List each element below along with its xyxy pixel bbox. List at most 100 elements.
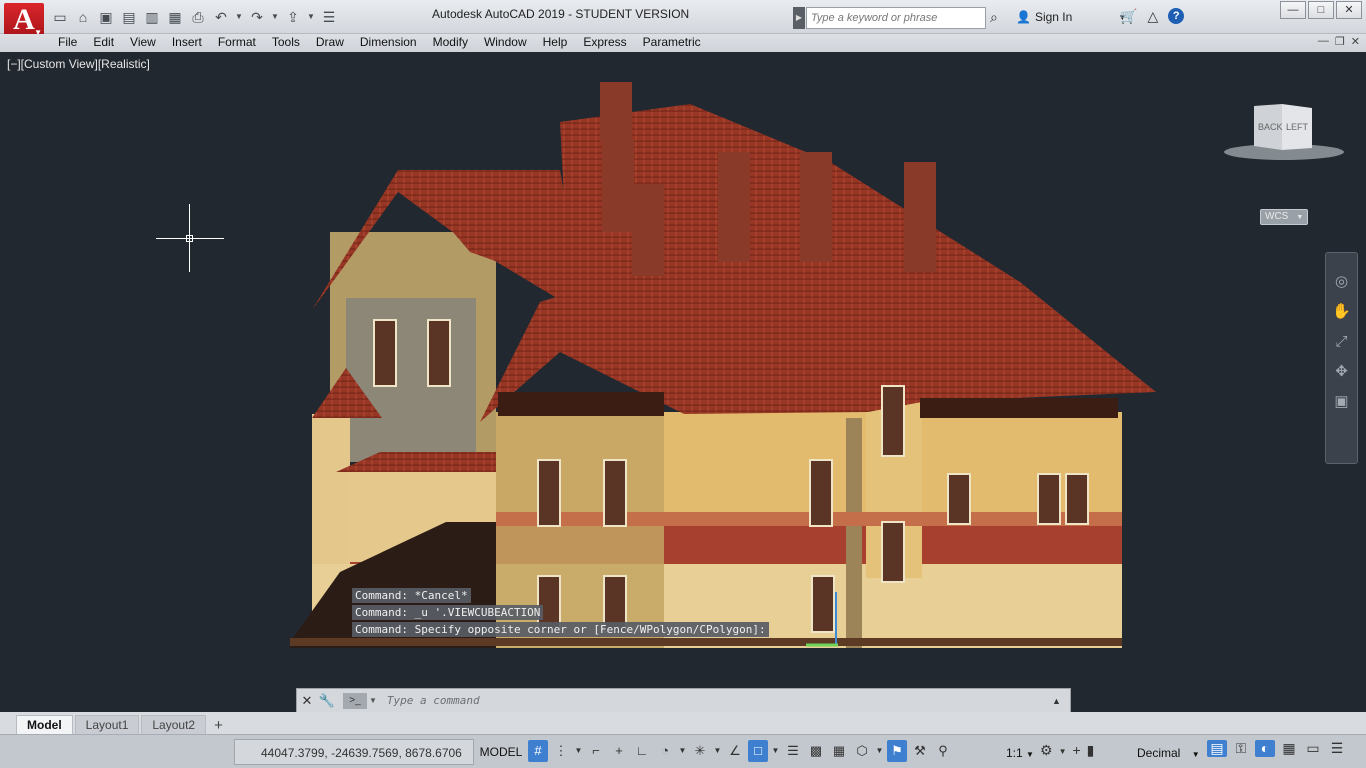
- auto-scale-icon[interactable]: ⚒: [910, 740, 930, 762]
- units-icon[interactable]: ▮: [1087, 742, 1095, 762]
- grid-icon[interactable]: #: [528, 740, 548, 762]
- menu-item-file[interactable]: File: [50, 35, 85, 52]
- tab-layout1[interactable]: Layout1: [74, 715, 140, 734]
- viewcube-left-label: LEFT: [1286, 122, 1309, 132]
- binoculars-icon[interactable]: ⌕: [990, 9, 1010, 27]
- menu-item-window[interactable]: Window: [476, 35, 535, 52]
- minimize-drawing-icon[interactable]: —: [1318, 35, 1329, 48]
- menu-item-express[interactable]: Express: [575, 35, 634, 52]
- model-space-button[interactable]: MODEL: [477, 739, 525, 765]
- coordinates-display[interactable]: 44047.3799, -24639.7569, 8678.6706: [234, 739, 474, 765]
- search-expand-icon[interactable]: ▶: [793, 7, 805, 29]
- wrench-icon[interactable]: 🔧: [317, 693, 337, 709]
- search-input[interactable]: Type a keyword or phrase: [806, 7, 986, 29]
- selection-cycling-icon[interactable]: ▦: [829, 740, 849, 762]
- sign-in-button[interactable]: 👤 Sign In ▼: [1016, 10, 1126, 24]
- maximize-icon[interactable]: □: [1308, 1, 1334, 19]
- transparency-icon[interactable]: ▩: [806, 740, 826, 762]
- command-input[interactable]: Type a command: [387, 694, 1052, 707]
- command-prompt-icon[interactable]: >_: [343, 692, 367, 709]
- workspace-gear-icon[interactable]: ⚙: [1040, 742, 1053, 762]
- menu-item-dimension[interactable]: Dimension: [352, 35, 425, 52]
- annotation-scale-icon[interactable]: ⚲: [933, 740, 953, 762]
- infer-constraints-icon[interactable]: ⌐: [586, 740, 606, 762]
- lineweight-icon[interactable]: ☰: [783, 740, 803, 762]
- dynamic-input-icon[interactable]: +: [609, 740, 629, 762]
- viewcube[interactable]: BACK LEFT: [1222, 102, 1346, 162]
- annotation-monitor-icon[interactable]: +: [1072, 742, 1080, 762]
- cart-icon[interactable]: 🛒: [1120, 8, 1137, 25]
- menu-item-insert[interactable]: Insert: [164, 35, 210, 52]
- chimney: [718, 152, 750, 262]
- plot-icon[interactable]: ⎙: [188, 7, 208, 27]
- help-icon[interactable]: ?: [1168, 8, 1185, 24]
- chevron-down-icon[interactable]: ▼: [713, 740, 722, 762]
- open-file-icon[interactable]: ⌂: [73, 7, 93, 27]
- ucs-menu[interactable]: WCS ▼: [1260, 209, 1308, 225]
- undo-icon[interactable]: ↶: [211, 7, 231, 27]
- customize-qat-icon[interactable]: ☰: [319, 7, 339, 27]
- menu-item-help[interactable]: Help: [535, 35, 576, 52]
- clean-screen-icon[interactable]: ▭: [1303, 740, 1323, 757]
- chevron-down-icon[interactable]: ▼: [875, 740, 884, 762]
- object-snap-tracking-icon[interactable]: ∠: [725, 740, 745, 762]
- redo-dropdown-icon[interactable]: ▼: [270, 7, 280, 27]
- share-icon[interactable]: ⇪: [283, 7, 303, 27]
- object-snap-icon[interactable]: □: [748, 740, 768, 762]
- close-icon[interactable]: ✕: [1336, 1, 1362, 19]
- quick-properties-icon[interactable]: ▤: [1207, 740, 1227, 757]
- orbit-icon[interactable]: ✥: [1331, 361, 1353, 383]
- showmotion-icon[interactable]: ▣: [1331, 391, 1353, 413]
- save-to-web-icon[interactable]: ▦: [165, 7, 185, 27]
- share-dropdown-icon[interactable]: ▼: [306, 7, 316, 27]
- hardware-acceleration-icon[interactable]: ▦: [1279, 740, 1299, 757]
- steering-wheel-icon[interactable]: ◎: [1331, 271, 1353, 293]
- menu-item-view[interactable]: View: [122, 35, 164, 52]
- undo-dropdown-icon[interactable]: ▼: [234, 7, 244, 27]
- chevron-down-icon[interactable]: ▼: [678, 740, 687, 762]
- menu-item-tools[interactable]: Tools: [264, 35, 308, 52]
- snap-icon[interactable]: ⋮: [551, 740, 571, 762]
- menu-item-draw[interactable]: Draw: [308, 35, 352, 52]
- isolate-objects-icon[interactable]: ◐: [1255, 740, 1275, 757]
- ortho-icon[interactable]: ∟: [632, 740, 652, 762]
- open-from-web-icon[interactable]: ▥: [142, 7, 162, 27]
- 3d-object-snap-icon[interactable]: ⬡: [852, 740, 872, 762]
- lock-ui-icon[interactable]: ⚿: [1231, 740, 1251, 757]
- chevron-down-icon[interactable]: ▼: [771, 740, 780, 762]
- minimize-icon[interactable]: —: [1280, 1, 1306, 19]
- pan-icon[interactable]: ✋: [1331, 301, 1353, 323]
- chevron-down-icon[interactable]: ▼: [574, 740, 583, 762]
- sign-in-label: Sign In: [1034, 10, 1073, 24]
- add-layout-icon[interactable]: +: [208, 717, 229, 734]
- chevron-up-icon[interactable]: ▲: [1052, 696, 1070, 706]
- new-file-icon[interactable]: ▭: [50, 7, 70, 27]
- isodraft-icon[interactable]: ✳: [690, 740, 710, 762]
- window: [881, 385, 905, 457]
- customization-icon[interactable]: ☰: [1327, 740, 1347, 757]
- annotation-visibility-icon[interactable]: ⚑: [887, 740, 907, 762]
- window: [881, 521, 905, 583]
- restore-drawing-icon[interactable]: ❐: [1335, 35, 1345, 48]
- tab-model[interactable]: Model: [16, 715, 73, 734]
- tab-layout2[interactable]: Layout2: [141, 715, 207, 734]
- close-drawing-icon[interactable]: ✕: [1351, 35, 1360, 48]
- annotation-scale-value[interactable]: 1:1 ▼: [1006, 746, 1034, 760]
- chevron-down-icon[interactable]: ▼: [1059, 742, 1067, 762]
- menu-item-format[interactable]: Format: [210, 35, 264, 52]
- menu-item-modify[interactable]: Modify: [425, 35, 476, 52]
- zoom-extents-icon[interactable]: ⤢: [1331, 331, 1353, 353]
- save-icon[interactable]: ▣: [96, 7, 116, 27]
- command-history-line: Command: _u '.VIEWCUBEACTION: [352, 605, 544, 620]
- close-icon[interactable]: ✕: [297, 693, 317, 709]
- chevron-down-icon[interactable]: ▼: [369, 696, 377, 705]
- redo-icon[interactable]: ↷: [247, 7, 267, 27]
- a360-icon[interactable]: △: [1147, 8, 1158, 25]
- quick-access-toolbar: ▭ ⌂ ▣ ▤ ▥ ▦ ⎙ ↶ ▼ ↷ ▼ ⇪ ▼ ☰: [50, 7, 339, 27]
- save-as-icon[interactable]: ▤: [119, 7, 139, 27]
- polar-tracking-icon[interactable]: ◔: [655, 740, 675, 762]
- window: [947, 473, 971, 525]
- menu-item-edit[interactable]: Edit: [85, 35, 122, 52]
- menu-item-parametric[interactable]: Parametric: [635, 35, 709, 52]
- units-selector[interactable]: Decimal ▼: [1137, 746, 1200, 760]
